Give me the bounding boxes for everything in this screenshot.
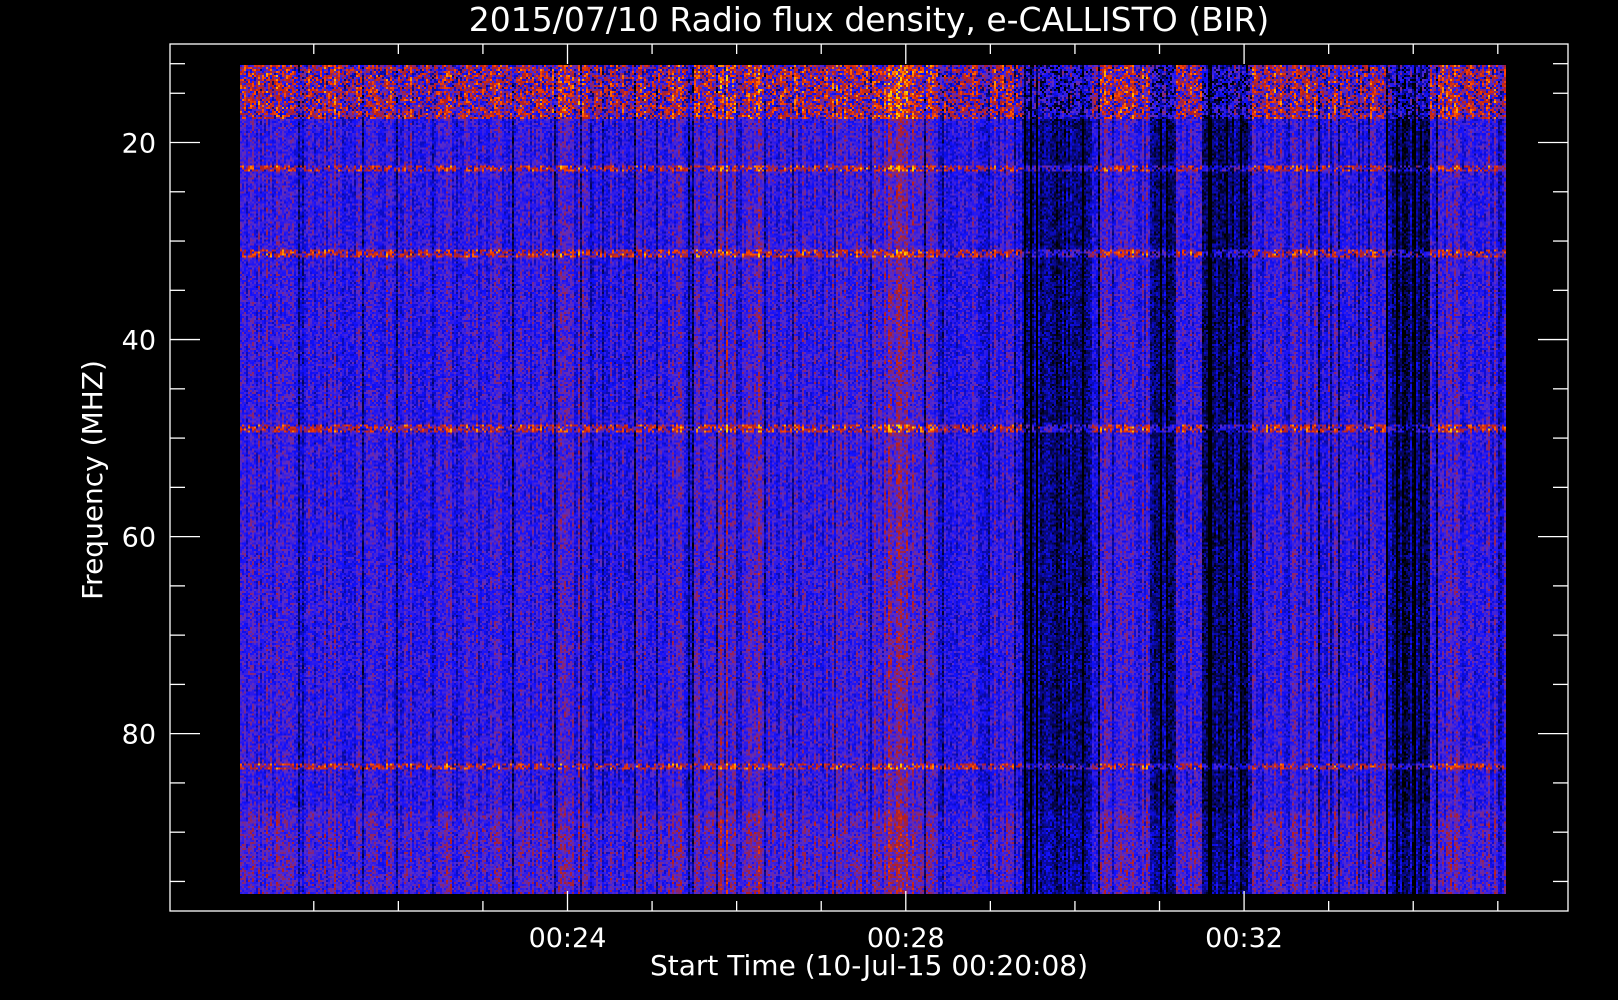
y-tick-label: 40 — [122, 326, 156, 357]
x-axis-label: Start Time (10-Jul-15 00:20:08) — [650, 949, 1088, 982]
plot-axes: 00:24 00:28 00:3220406080 2015/07/10 Radio… — [76, 0, 1569, 982]
plot-frame — [169, 43, 1569, 912]
axis-tick-labels: 00:24 00:28 00:3220406080 — [122, 129, 1283, 954]
spectrogram-figure: 00:24 00:28 00:32 20 40 60 80 2015/07/10 Radio… — [0, 0, 1618, 1000]
x-tick-label: 00:24 — [529, 923, 607, 954]
chart-title: 2015/07/10 Radio flux density, e-CALLIST… — [469, 0, 1270, 39]
x-tick-label: 00:32 — [1205, 923, 1283, 954]
y-tick-label: 20 — [122, 129, 156, 160]
y-tick-label: 80 — [122, 720, 156, 751]
y-tick-label: 60 — [122, 523, 156, 554]
y-axis-label: Frequency (MHZ) — [76, 360, 109, 600]
axis-ticks — [170, 44, 1568, 911]
